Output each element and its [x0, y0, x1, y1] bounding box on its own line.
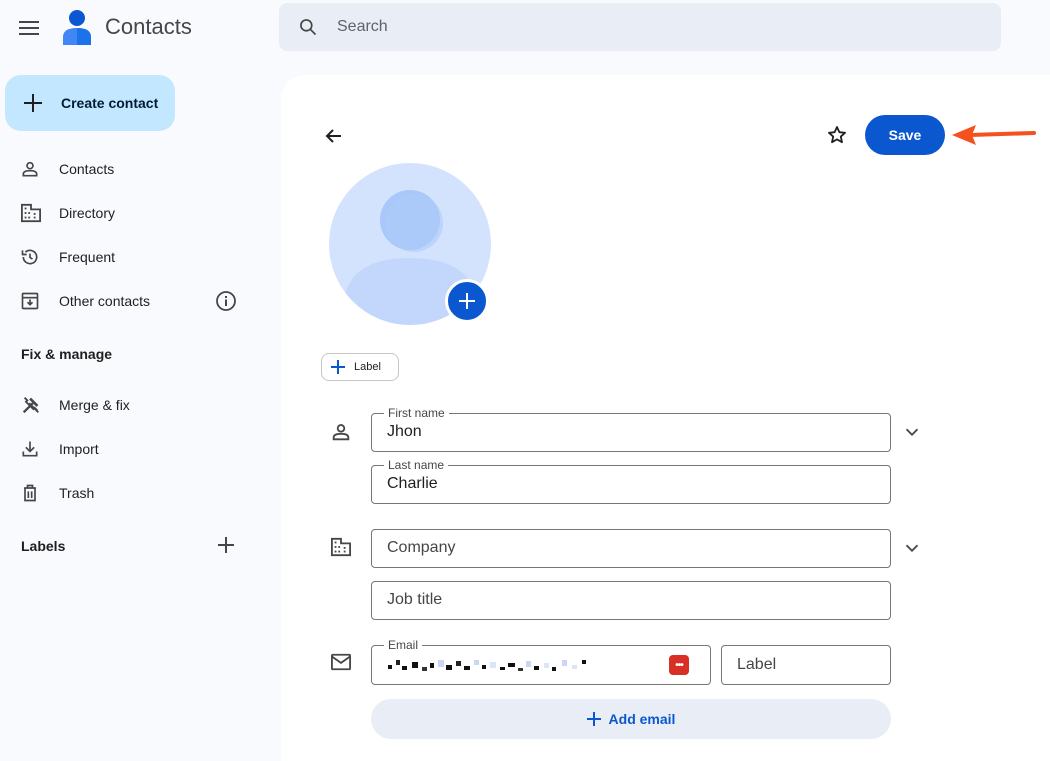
domain-icon: [21, 203, 41, 223]
password-manager-icon[interactable]: •••: [669, 655, 689, 675]
sidebar-item-frequent[interactable]: Frequent: [20, 239, 260, 275]
main-menu-button[interactable]: [14, 13, 44, 43]
label-chip-text: Label: [354, 361, 381, 373]
email-label-select[interactable]: Label: [721, 645, 891, 685]
sidebar-item-label: Frequent: [59, 249, 116, 265]
download-icon: [22, 441, 38, 457]
plus-icon: [331, 360, 345, 374]
arrow-back-icon: [325, 129, 341, 143]
history-icon: [21, 249, 38, 265]
info-icon[interactable]: [214, 289, 238, 318]
favorite-button[interactable]: [825, 123, 849, 147]
labels-heading: Labels: [21, 538, 66, 554]
search-input[interactable]: Search: [337, 18, 388, 36]
company-field[interactable]: Company: [371, 529, 891, 568]
sidebar-item-label: Merge & fix: [59, 397, 130, 413]
plus-icon: [586, 712, 601, 726]
add-label-chip[interactable]: Label: [321, 353, 399, 381]
sidebar-item-label: Other contacts: [59, 293, 151, 309]
person-icon: [330, 421, 352, 443]
sidebar-item-merge-fix[interactable]: Merge & fix: [20, 387, 260, 423]
last-name-label: Last name: [384, 458, 449, 472]
sidebar-item-label: Trash: [59, 485, 95, 501]
sidebar-item-label: Contacts: [59, 161, 115, 177]
email-field[interactable]: Email •••: [371, 638, 711, 685]
first-name-field[interactable]: First name Jhon: [371, 406, 891, 452]
back-button[interactable]: [322, 124, 346, 148]
search-bar[interactable]: Search: [279, 3, 1001, 51]
first-name-label: First name: [384, 406, 449, 420]
sidebar-item-directory[interactable]: Directory: [20, 195, 260, 231]
domain-icon: [330, 537, 352, 559]
job-title-placeholder: Job title: [387, 591, 443, 608]
add-email-label: Add email: [608, 711, 676, 727]
app-title[interactable]: Contacts: [105, 14, 192, 40]
plus-icon: [459, 293, 475, 309]
mail-icon: [330, 652, 352, 674]
fix-manage-heading: Fix & manage: [21, 346, 113, 362]
sidebar-item-trash[interactable]: Trash: [20, 475, 260, 511]
archive-icon: [21, 292, 39, 310]
search-icon: [300, 19, 317, 36]
create-contact-label: Create contact: [61, 95, 159, 111]
star-icon: [828, 126, 846, 144]
last-name-field[interactable]: Last name Charlie: [371, 458, 891, 504]
save-button[interactable]: Save: [865, 115, 945, 155]
contacts-logo-icon: [62, 9, 92, 45]
plus-icon: [218, 537, 234, 553]
expand-company-button[interactable]: [901, 537, 923, 559]
expand-name-button[interactable]: [901, 421, 923, 443]
sidebar-item-label: Directory: [59, 205, 116, 221]
annotation-arrow-icon: [950, 124, 1036, 151]
add-photo-button[interactable]: [445, 279, 489, 323]
chevron-down-icon: [905, 544, 919, 553]
company-placeholder: Company: [387, 539, 456, 556]
plus-icon: [24, 94, 42, 112]
tools-icon: [22, 397, 39, 414]
add-email-button[interactable]: Add email: [371, 699, 891, 739]
sidebar-item-contacts[interactable]: Contacts: [20, 151, 260, 187]
sidebar-item-label: Import: [59, 441, 99, 457]
email-label-placeholder: Label: [737, 656, 777, 673]
sidebar-item-import[interactable]: Import: [20, 431, 260, 467]
first-name-value: Jhon: [387, 423, 422, 440]
last-name-value: Charlie: [387, 475, 438, 492]
hamburger-icon: [19, 21, 39, 35]
redacted-email-value: [388, 660, 586, 671]
trash-icon: [24, 484, 36, 502]
add-label-button[interactable]: [214, 533, 238, 562]
chevron-down-icon: [905, 428, 919, 437]
create-contact-button[interactable]: Create contact: [5, 75, 175, 131]
email-label: Email: [384, 638, 423, 652]
person-icon: [22, 161, 38, 177]
job-title-field[interactable]: Job title: [371, 581, 891, 620]
